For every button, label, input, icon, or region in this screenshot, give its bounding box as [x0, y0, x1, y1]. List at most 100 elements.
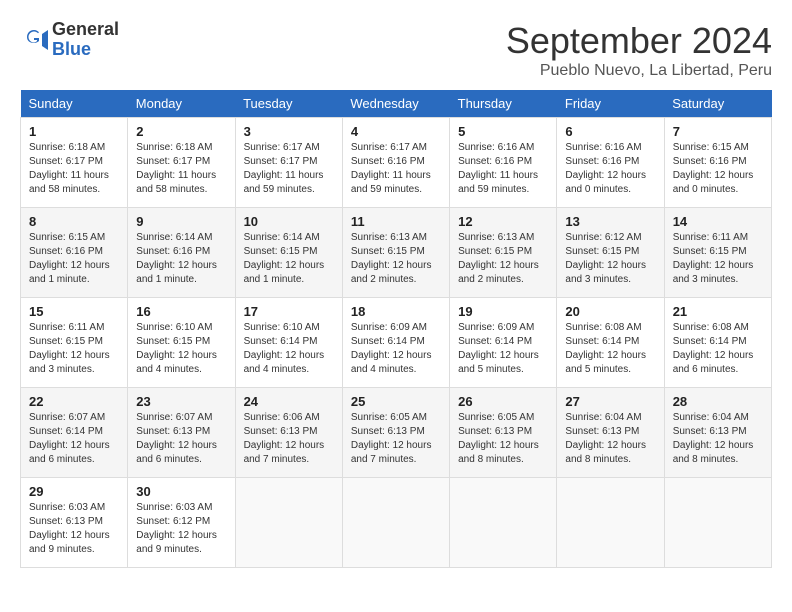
calendar-cell — [450, 478, 557, 568]
day-number: 26 — [458, 394, 548, 409]
day-info: Sunrise: 6:06 AMSunset: 6:13 PMDaylight:… — [244, 411, 334, 467]
calendar-week-row: 15 Sunrise: 6:11 AMSunset: 6:15 PMDayligh… — [21, 298, 772, 388]
calendar-cell: 12 Sunrise: 6:13 AMSunset: 6:15 PMDayligh… — [450, 208, 557, 298]
day-info: Sunrise: 6:18 AMSunset: 6:17 PMDaylight:… — [29, 141, 119, 197]
day-info: Sunrise: 6:08 AMSunset: 6:14 PMDaylight:… — [565, 321, 655, 377]
calendar-cell: 24 Sunrise: 6:06 AMSunset: 6:13 PMDayligh… — [235, 388, 342, 478]
col-header-saturday: Saturday — [664, 90, 771, 118]
day-info: Sunrise: 6:14 AMSunset: 6:15 PMDaylight:… — [244, 231, 334, 287]
calendar-cell: 6 Sunrise: 6:16 AMSunset: 6:16 PMDaylight… — [557, 118, 664, 208]
logo-text: General Blue — [52, 20, 119, 60]
col-header-wednesday: Wednesday — [342, 90, 449, 118]
calendar-cell: 9 Sunrise: 6:14 AMSunset: 6:16 PMDaylight… — [128, 208, 235, 298]
day-number: 16 — [136, 304, 226, 319]
day-number: 6 — [565, 124, 655, 139]
calendar-cell: 1Sunrise: 6:18 AMSunset: 6:17 PMDaylight… — [21, 118, 128, 208]
day-number: 20 — [565, 304, 655, 319]
calendar-cell: 16 Sunrise: 6:10 AMSunset: 6:15 PMDayligh… — [128, 298, 235, 388]
calendar-cell: 25Sunrise: 6:05 AMSunset: 6:13 PMDayligh… — [342, 388, 449, 478]
calendar-week-row: 29 Sunrise: 6:03 AMSunset: 6:13 PMDayligh… — [21, 478, 772, 568]
col-header-sunday: Sunday — [21, 90, 128, 118]
day-number: 5 — [458, 124, 548, 139]
logo-icon — [20, 26, 48, 54]
day-number: 4 — [351, 124, 441, 139]
day-number: 30 — [136, 484, 226, 499]
calendar-cell: 8Sunrise: 6:15 AMSunset: 6:16 PMDaylight… — [21, 208, 128, 298]
day-number: 9 — [136, 214, 226, 229]
day-info: Sunrise: 6:17 AMSunset: 6:16 PMDaylight:… — [351, 141, 441, 197]
day-info: Sunrise: 6:09 AMSunset: 6:14 PMDaylight:… — [351, 321, 441, 377]
page-header: General Blue September 2024 Pueblo Nuevo… — [20, 20, 772, 80]
calendar-week-row: 22 Sunrise: 6:07 AMSunset: 6:14 PMDayligh… — [21, 388, 772, 478]
logo-blue-text: Blue — [52, 40, 119, 60]
calendar-cell: 20 Sunrise: 6:08 AMSunset: 6:14 PMDayligh… — [557, 298, 664, 388]
day-info: Sunrise: 6:11 AMSunset: 6:15 PMDaylight:… — [29, 321, 119, 377]
location-title: Pueblo Nuevo, La Libertad, Peru — [506, 62, 772, 80]
calendar-cell — [235, 478, 342, 568]
calendar-cell: 23Sunrise: 6:07 AMSunset: 6:13 PMDayligh… — [128, 388, 235, 478]
calendar-cell: 27Sunrise: 6:04 AMSunset: 6:13 PMDayligh… — [557, 388, 664, 478]
day-number: 17 — [244, 304, 334, 319]
day-number: 23 — [136, 394, 226, 409]
day-number: 18 — [351, 304, 441, 319]
calendar-cell: 2Sunrise: 6:18 AMSunset: 6:17 PMDaylight… — [128, 118, 235, 208]
day-info: Sunrise: 6:10 AMSunset: 6:14 PMDaylight:… — [244, 321, 334, 377]
title-section: September 2024 Pueblo Nuevo, La Libertad… — [506, 20, 772, 80]
day-number: 7 — [673, 124, 763, 139]
day-info: Sunrise: 6:10 AMSunset: 6:15 PMDaylight:… — [136, 321, 226, 377]
day-info: Sunrise: 6:11 AMSunset: 6:15 PMDaylight:… — [673, 231, 763, 287]
day-number: 29 — [29, 484, 119, 499]
day-number: 14 — [673, 214, 763, 229]
day-info: Sunrise: 6:09 AMSunset: 6:14 PMDaylight:… — [458, 321, 548, 377]
logo-general-text: General — [52, 20, 119, 40]
calendar-week-row: 8Sunrise: 6:15 AMSunset: 6:16 PMDaylight… — [21, 208, 772, 298]
calendar-cell: 29 Sunrise: 6:03 AMSunset: 6:13 PMDayligh… — [21, 478, 128, 568]
calendar-cell: 13 Sunrise: 6:12 AMSunset: 6:15 PMDayligh… — [557, 208, 664, 298]
calendar-cell: 15 Sunrise: 6:11 AMSunset: 6:15 PMDayligh… — [21, 298, 128, 388]
day-info: Sunrise: 6:05 AMSunset: 6:13 PMDaylight:… — [458, 411, 548, 467]
col-header-friday: Friday — [557, 90, 664, 118]
calendar-cell — [557, 478, 664, 568]
day-number: 15 — [29, 304, 119, 319]
day-info: Sunrise: 6:08 AMSunset: 6:14 PMDaylight:… — [673, 321, 763, 377]
col-header-monday: Monday — [128, 90, 235, 118]
calendar-cell: 19Sunrise: 6:09 AMSunset: 6:14 PMDayligh… — [450, 298, 557, 388]
day-number: 28 — [673, 394, 763, 409]
day-info: Sunrise: 6:13 AMSunset: 6:15 PMDaylight:… — [351, 231, 441, 287]
day-info: Sunrise: 6:13 AMSunset: 6:15 PMDaylight:… — [458, 231, 548, 287]
day-info: Sunrise: 6:14 AMSunset: 6:16 PMDaylight:… — [136, 231, 226, 287]
day-number: 21 — [673, 304, 763, 319]
day-info: Sunrise: 6:16 AMSunset: 6:16 PMDaylight:… — [565, 141, 655, 197]
day-number: 8 — [29, 214, 119, 229]
day-number: 13 — [565, 214, 655, 229]
calendar-cell: 30 Sunrise: 6:03 AMSunset: 6:12 PMDayligh… — [128, 478, 235, 568]
col-header-tuesday: Tuesday — [235, 90, 342, 118]
day-info: Sunrise: 6:03 AMSunset: 6:13 PMDaylight:… — [29, 501, 119, 557]
calendar-cell: 4 Sunrise: 6:17 AMSunset: 6:16 PMDaylight… — [342, 118, 449, 208]
calendar-cell: 11Sunrise: 6:13 AMSunset: 6:15 PMDayligh… — [342, 208, 449, 298]
month-title: September 2024 — [506, 20, 772, 62]
calendar-cell: 21 Sunrise: 6:08 AMSunset: 6:14 PMDayligh… — [664, 298, 771, 388]
logo: General Blue — [20, 20, 119, 60]
calendar-cell: 5 Sunrise: 6:16 AMSunset: 6:16 PMDaylight… — [450, 118, 557, 208]
calendar-week-row: 1Sunrise: 6:18 AMSunset: 6:17 PMDaylight… — [21, 118, 772, 208]
col-header-thursday: Thursday — [450, 90, 557, 118]
calendar-cell: 3Sunrise: 6:17 AMSunset: 6:17 PMDaylight… — [235, 118, 342, 208]
day-number: 24 — [244, 394, 334, 409]
day-info: Sunrise: 6:03 AMSunset: 6:12 PMDaylight:… — [136, 501, 226, 557]
day-number: 27 — [565, 394, 655, 409]
calendar-cell: 10Sunrise: 6:14 AMSunset: 6:15 PMDayligh… — [235, 208, 342, 298]
day-info: Sunrise: 6:12 AMSunset: 6:15 PMDaylight:… — [565, 231, 655, 287]
day-number: 22 — [29, 394, 119, 409]
calendar-table: SundayMondayTuesdayWednesdayThursdayFrid… — [20, 90, 772, 568]
calendar-cell — [342, 478, 449, 568]
calendar-cell — [664, 478, 771, 568]
calendar-cell: 17 Sunrise: 6:10 AMSunset: 6:14 PMDayligh… — [235, 298, 342, 388]
calendar-header-row: SundayMondayTuesdayWednesdayThursdayFrid… — [21, 90, 772, 118]
day-info: Sunrise: 6:15 AMSunset: 6:16 PMDaylight:… — [673, 141, 763, 197]
day-info: Sunrise: 6:16 AMSunset: 6:16 PMDaylight:… — [458, 141, 548, 197]
day-info: Sunrise: 6:17 AMSunset: 6:17 PMDaylight:… — [244, 141, 334, 197]
day-number: 12 — [458, 214, 548, 229]
day-info: Sunrise: 6:18 AMSunset: 6:17 PMDaylight:… — [136, 141, 226, 197]
day-info: Sunrise: 6:07 AMSunset: 6:14 PMDaylight:… — [29, 411, 119, 467]
